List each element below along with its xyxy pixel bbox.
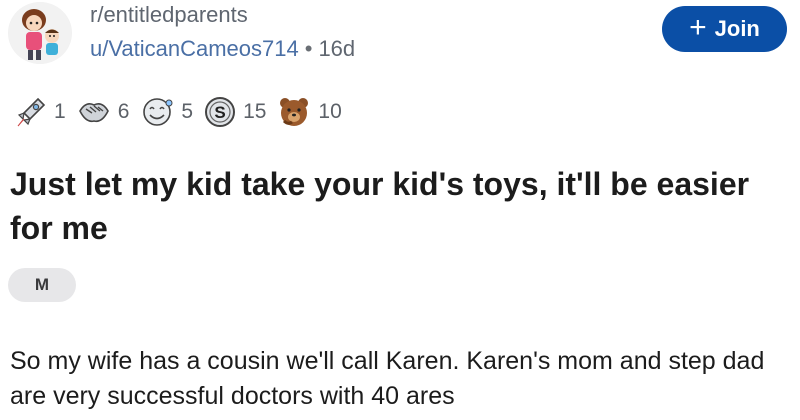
join-button[interactable]: + Join: [662, 6, 787, 52]
award-count: 6: [117, 100, 130, 123]
award-rocket[interactable]: 1: [14, 95, 66, 129]
post-flair[interactable]: M: [8, 268, 76, 302]
award-handshake[interactable]: 6: [76, 95, 130, 129]
handshake-award-icon: [78, 103, 109, 123]
award-count: 10: [318, 100, 342, 123]
post-title[interactable]: Just let my kid take your kid's toys, it…: [10, 162, 780, 250]
post-age: 16d: [318, 36, 356, 61]
post-header: r/entitledparents u/VaticanCameos714 • 16d…: [0, 0, 800, 72]
awards-bar[interactable]: 1 6 5 S 15 10: [14, 92, 342, 132]
post-view: r/entitledparents u/VaticanCameos714 • 16d…: [0, 0, 800, 420]
plus-icon: +: [689, 11, 707, 44]
award-count: 15: [243, 100, 267, 123]
join-label: Join: [714, 16, 760, 41]
award-bear[interactable]: 10: [276, 95, 342, 129]
author-username[interactable]: u/VaticanCameos714: [90, 36, 299, 61]
avatar-cartoon-icon: [9, 2, 71, 64]
subreddit-avatar[interactable]: [8, 2, 72, 64]
award-silver[interactable]: S 15: [203, 95, 266, 129]
subreddit-name[interactable]: r/entitledparents: [90, 2, 248, 28]
award-count: 1: [54, 100, 66, 123]
silver-coin-award-icon: S: [205, 97, 236, 127]
rocket-award-icon: [17, 97, 46, 127]
smile-face-award-icon: [143, 98, 173, 126]
post-body: So my wife has a cousin we'll call Karen…: [10, 347, 765, 410]
award-smile[interactable]: 5: [139, 95, 193, 129]
post-byline: u/VaticanCameos714 • 16d: [90, 36, 355, 62]
award-count: 5: [181, 100, 194, 123]
svg-text:S: S: [214, 103, 225, 122]
bear-award-icon: [280, 98, 309, 126]
separator-dot: •: [304, 36, 313, 61]
